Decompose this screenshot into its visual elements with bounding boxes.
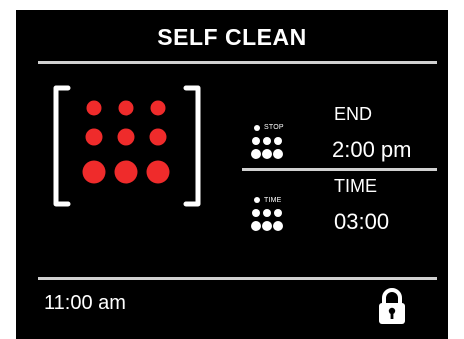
status-divider — [242, 168, 437, 171]
header-divider — [38, 61, 437, 64]
clock-time: 11:00 am — [44, 292, 126, 314]
time-caption: TIME — [264, 197, 282, 204]
end-time-value: 2:00 pm — [332, 137, 412, 162]
time-label: TIME — [334, 176, 377, 196]
oven-display: SELF CLEAN STOP END 2:00 pm TIME TIME 03… — [16, 10, 448, 339]
end-label: END — [334, 104, 373, 124]
footer-divider — [38, 277, 437, 280]
lock-icon[interactable] — [376, 286, 408, 326]
page-title: SELF CLEAN — [157, 24, 307, 50]
time-remaining-value: 03:00 — [334, 209, 390, 234]
burner-dots-icon — [53, 85, 201, 207]
stop-caption: STOP — [264, 124, 284, 131]
